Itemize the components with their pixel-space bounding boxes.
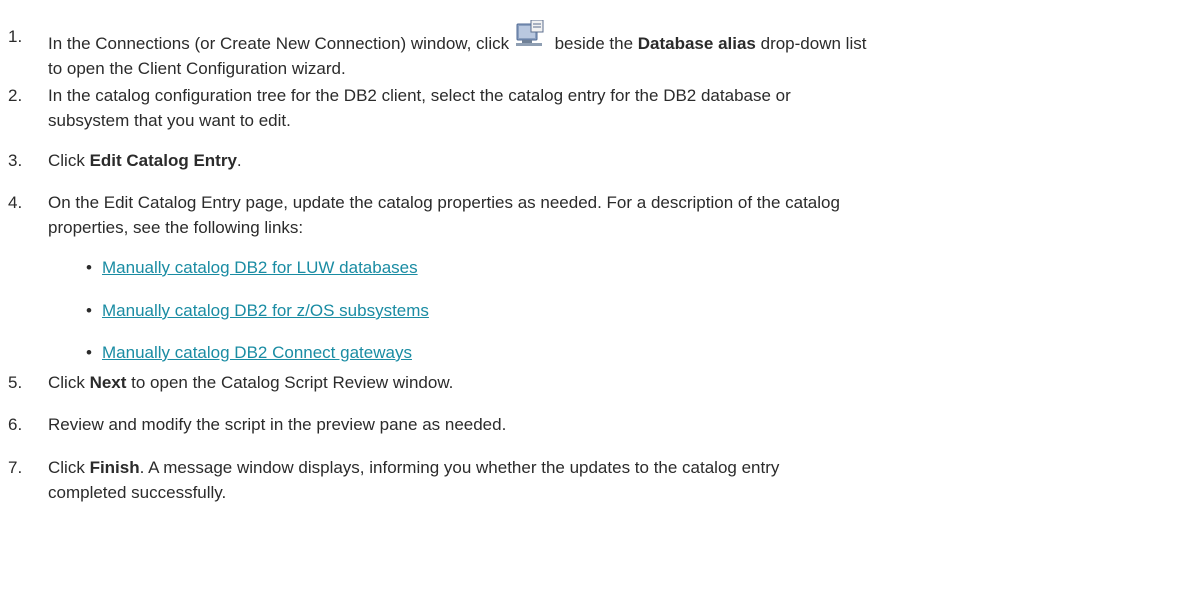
step-text: Click Finish. A message window displays,… bbox=[48, 455, 1168, 505]
step-text-line: properties, see the following links: bbox=[48, 218, 304, 237]
ui-term: Next bbox=[89, 373, 127, 392]
step-text-part: Click bbox=[48, 151, 90, 170]
link-connect-gateways[interactable]: Manually catalog DB2 Connect gateways bbox=[102, 343, 412, 362]
list-item: • Manually catalog DB2 for z/OS subsyste… bbox=[86, 298, 429, 323]
bullet: • bbox=[86, 301, 92, 320]
step-text-part: . A message window displays, informing y… bbox=[139, 458, 780, 477]
step-number: 5. bbox=[8, 373, 23, 392]
step-text: Click Edit Catalog Entry. bbox=[48, 148, 1168, 173]
step-text-line: In the catalog configuration tree for th… bbox=[48, 86, 791, 105]
step-text-line: Review and modify the script in the prev… bbox=[48, 415, 507, 434]
list-item: • Manually catalog DB2 Connect gateways bbox=[86, 340, 412, 365]
step-number: 3. bbox=[8, 151, 23, 170]
step-text-part: . bbox=[236, 151, 242, 170]
step-number: 6. bbox=[8, 415, 23, 434]
step-text: Review and modify the script in the prev… bbox=[48, 412, 1168, 437]
step-text: Click Next to open the Catalog Script Re… bbox=[48, 370, 1168, 395]
ui-term: Finish bbox=[89, 458, 140, 477]
ui-term: Database alias bbox=[637, 34, 756, 53]
step-number: 4. bbox=[8, 193, 23, 212]
step-text-part: In the Connections (or Create New Connec… bbox=[48, 34, 514, 53]
step-text: In the Connections (or Create New Connec… bbox=[48, 19, 1168, 81]
step-text-part: drop-down list bbox=[755, 34, 867, 53]
step-text-part: Click bbox=[48, 458, 90, 477]
list-item: • Manually catalog DB2 for LUW databases bbox=[86, 255, 418, 280]
step-text: On the Edit Catalog Entry page, update t… bbox=[48, 190, 1168, 240]
client-configuration-icon bbox=[515, 19, 546, 48]
link-zos-subsystems[interactable]: Manually catalog DB2 for z/OS subsystems bbox=[102, 301, 429, 320]
step-number: 1. bbox=[8, 27, 23, 46]
ui-term: Edit Catalog Entry bbox=[89, 151, 237, 170]
step-number: 2. bbox=[8, 86, 23, 105]
bullet: • bbox=[86, 258, 92, 277]
step-number: 7. bbox=[8, 458, 23, 477]
step-text-line: On the Edit Catalog Entry page, update t… bbox=[48, 193, 840, 212]
step-text-part: to open the Catalog Script Review window… bbox=[126, 373, 454, 392]
link-luw-databases[interactable]: Manually catalog DB2 for LUW databases bbox=[102, 258, 418, 277]
step-text-part: beside the bbox=[549, 34, 638, 53]
step-text: In the catalog configuration tree for th… bbox=[48, 83, 1168, 133]
bullet: • bbox=[86, 343, 92, 362]
step-text-part: Click bbox=[48, 373, 90, 392]
step-text-line: subsystem that you want to edit. bbox=[48, 111, 291, 130]
step-text-line: completed successfully. bbox=[48, 483, 227, 502]
step-text-line: to open the Client Configuration wizard. bbox=[48, 59, 346, 78]
